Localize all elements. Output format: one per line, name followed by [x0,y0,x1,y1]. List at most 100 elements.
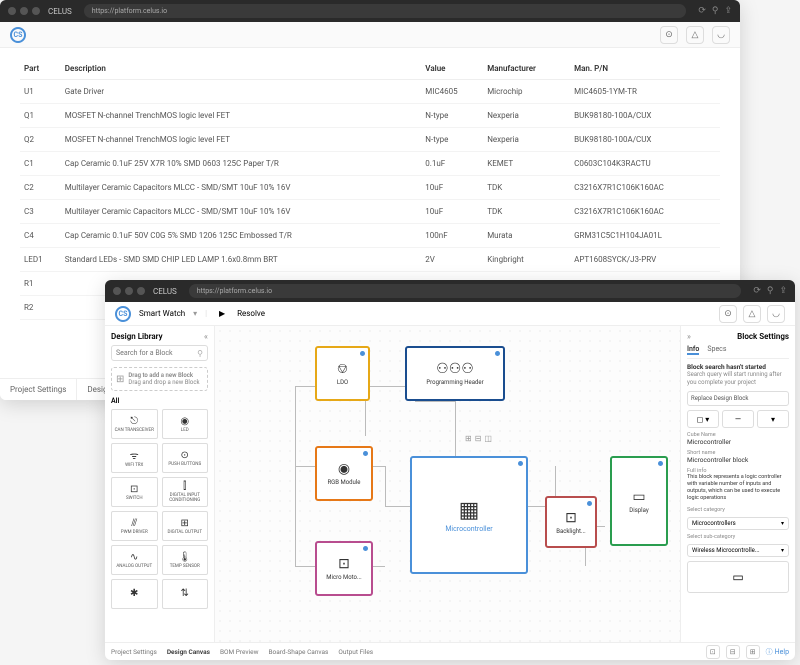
library-item[interactable]: ᯤWIFI TRX [111,443,158,473]
library-item[interactable]: ⫿DIGITAL INPUT CONDITIONING [162,477,209,507]
user-button-2[interactable]: ◡ [767,305,785,323]
table-row[interactable]: C1Cap Ceramic 0.1uF 25V X7R 10% SMD 0603… [20,152,720,176]
lib-item-label: DIGITAL OUTPUT [167,530,202,535]
cell-pn: C0603C104K3RACTU [570,152,720,176]
table-row[interactable]: Q2MOSFET N-channel TrenchMOS logic level… [20,128,720,152]
tab-bom-preview[interactable]: BOM Preview [220,648,259,656]
col-mfr[interactable]: Manufacturer [483,58,570,80]
url-bar-2[interactable]: https://platform.celus.io [189,284,742,298]
search-status: Block search hasn't started Search query… [687,363,789,387]
play-button[interactable]: ▶ [215,307,229,321]
chevron-down-icon[interactable]: ▾ [193,309,197,318]
block-rgb[interactable]: ◉RGB Module [315,446,373,501]
block-backlight[interactable]: ⊡Backlight... [545,496,597,548]
bell-button-2[interactable]: △ [743,305,761,323]
table-row[interactable]: U1Gate DriverMIC4605MicrochipMIC4605-1YM… [20,80,720,104]
window-controls-2[interactable] [113,287,145,295]
logo-icon[interactable]: CS [10,27,26,43]
drag-hint[interactable]: ⊞ Drag to add a new Block Drag and drop … [111,367,208,391]
tab-project-settings[interactable]: Project Settings [111,648,157,656]
tab-specs[interactable]: Specs [707,345,726,355]
tab-info[interactable]: Info [687,345,699,355]
library-item[interactable]: ⊡SWITCH [111,477,158,507]
zoom-in-button[interactable]: ⊞ [746,645,760,659]
canvas-window: CELUS https://platform.celus.io ⟳⚲⇪ CS S… [105,280,795,660]
bell-button[interactable]: △ [686,26,704,44]
block-microcontroller[interactable]: ▦Microcontroller [410,456,528,574]
library-item[interactable]: ⊙PUSH BUTTONS [162,443,209,473]
share-icon[interactable]: ⇪ [724,6,732,16]
browser-chrome-2: CELUS https://platform.celus.io ⟳⚲⇪ [105,280,795,302]
col-pn[interactable]: Man. P/N [570,58,720,80]
block-prog-header[interactable]: ⚇⚇⚇Programming Header [405,346,505,401]
resolve-label[interactable]: Resolve [237,309,265,318]
table-row[interactable]: C4Cap Ceramic 0.1uF 50V C0G 5% SMD 1206 … [20,224,720,248]
search-icon[interactable]: ⚲ [197,349,203,358]
col-value[interactable]: Value [421,58,483,80]
cell-part: R2 [20,296,61,320]
library-item[interactable]: ∿ANALOG OUTPUT [111,545,158,575]
tab-board-shape[interactable]: Board-Shape Canvas [268,648,328,656]
block-micro-moto[interactable]: ⊡Micro Moto... [315,541,373,596]
design-canvas[interactable]: ⎊LDO ⚇⚇⚇Programming Header ◉RGB Module ⊡… [215,326,680,642]
shape-option[interactable]: ◻ ▾ [687,410,719,428]
settings-tabs: Info Specs [687,345,789,359]
tool-icon[interactable]: ⊟ [475,434,482,443]
refresh-icon[interactable]: ⟳ [698,6,706,16]
col-part[interactable]: Part [20,58,61,80]
library-item[interactable]: 🌡TEMP SENSOR [162,545,209,575]
project-bar: CS Smart Watch ▾ | ▶ Resolve ⊙ △ ◡ [105,302,795,326]
cell-value: 0.1uF [421,152,483,176]
cell-value: MIC4605 [421,80,483,104]
history-button-2[interactable]: ⊙ [719,305,737,323]
lib-item-label: PWM DRIVER [121,530,148,535]
library-item[interactable]: ◉LED [162,409,209,439]
logo-icon-2[interactable]: CS [115,306,131,322]
table-row[interactable]: Q1MOSFET N-channel TrenchMOS logic level… [20,104,720,128]
category-select[interactable]: Microcontrollers▾ [687,517,789,530]
rgb-icon: ◉ [338,461,350,477]
zoom-out-button[interactable]: ⊟ [726,645,740,659]
tab-design-canvas[interactable]: Design Canvas [167,648,210,656]
block-label: Backlight... [556,528,585,535]
library-search[interactable]: ⚲ [111,345,208,361]
search-icon[interactable]: ⚲ [712,6,719,16]
collapse-right-icon[interactable]: » [687,332,691,341]
subcategory-select[interactable]: Wireless Microcontrolle...▾ [687,544,789,557]
library-item[interactable]: ⇅ [162,579,209,609]
cell-part: R1 [20,272,61,296]
shape-option[interactable]: — [722,410,754,428]
table-row[interactable]: C3Multilayer Ceramic Capacitors MLCC - S… [20,200,720,224]
tab-output-files[interactable]: Output Files [338,648,373,656]
help-button[interactable]: ⓘ Help [766,647,789,657]
block-ldo[interactable]: ⎊LDO [315,346,370,401]
tab-project-settings[interactable]: Project Settings [0,379,77,400]
collapse-left-icon[interactable]: « [204,332,208,341]
history-button[interactable]: ⊙ [660,26,678,44]
search-icon[interactable]: ⚲ [767,286,774,296]
search-input[interactable] [116,349,197,357]
library-item[interactable]: ✱ [111,579,158,609]
replace-block-button[interactable]: Replace Design Block [687,391,789,406]
shape-option[interactable]: ▾ [757,410,789,428]
refresh-icon[interactable]: ⟳ [753,286,761,296]
tool-icon[interactable]: ◫ [484,434,492,443]
share-icon[interactable]: ⇪ [779,286,787,296]
cell-value: 100nF [421,224,483,248]
url-bar[interactable]: https://platform.celus.io [84,4,687,18]
block-label: Display [629,507,648,514]
tool-icon[interactable]: ⊞ [465,434,472,443]
window-controls[interactable] [8,7,40,15]
library-item[interactable]: ⎋CAN TRANSCEIVER [111,409,158,439]
cell-part: U1 [20,80,61,104]
block-display[interactable]: ▭Display [610,456,668,546]
table-row[interactable]: LED1Standard LEDs - SMD SMD CHIP LED LAM… [20,248,720,272]
library-item[interactable]: ⊞DIGITAL OUTPUT [162,511,209,541]
design-library-panel: Design Library « ⚲ ⊞ Drag to add a new B… [105,326,215,642]
user-button[interactable]: ◡ [712,26,730,44]
table-row[interactable]: C2Multilayer Ceramic Capacitors MLCC - S… [20,176,720,200]
zoom-fit-button[interactable]: ⊡ [706,645,720,659]
cell-pn: C3216X7R1C106K160AC [570,200,720,224]
library-item[interactable]: ⫻PWM DRIVER [111,511,158,541]
col-desc[interactable]: Description [61,58,422,80]
